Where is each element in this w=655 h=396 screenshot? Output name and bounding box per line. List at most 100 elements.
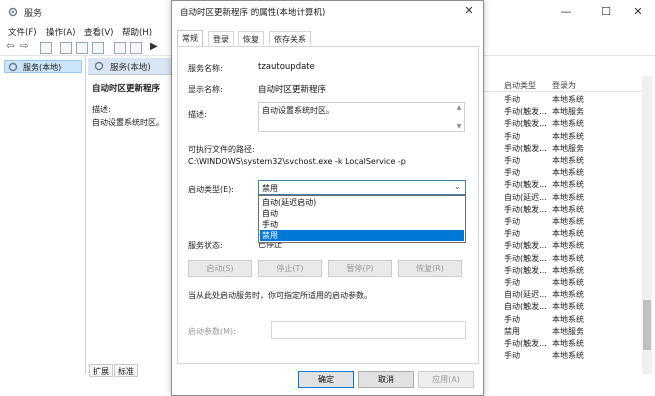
tab-dependencies[interactable]: 依存关系 bbox=[269, 31, 311, 45]
close-icon[interactable]: ✕ bbox=[630, 4, 646, 20]
cell-startup-type: 手动 bbox=[504, 156, 520, 165]
show-hide-icon[interactable] bbox=[130, 42, 142, 54]
maximize-icon[interactable]: ☐ bbox=[598, 4, 614, 20]
tree-item-services-local[interactable]: 服务(本地) bbox=[4, 60, 82, 73]
cell-logon-as: 本地系统 bbox=[552, 119, 584, 129]
table-row[interactable]: 手动 本地系统 bbox=[484, 94, 642, 106]
tab-general[interactable]: 常规 bbox=[177, 30, 203, 46]
tab-standard[interactable]: 标准 bbox=[114, 364, 138, 377]
console-tree-icon[interactable] bbox=[40, 42, 52, 54]
table-row[interactable]: 手动(触发... 本地系统 bbox=[484, 240, 642, 252]
table-row[interactable]: 手动 本地系统 bbox=[484, 228, 642, 240]
cell-startup-type: 手动 bbox=[504, 95, 520, 104]
resume-button[interactable]: 恢复(R) bbox=[398, 260, 462, 277]
properties-dialog: 自动时区更新程序 的属性(本地计算机) ✕ 常规 登录 恢复 依存关系 服务名称… bbox=[171, 0, 484, 396]
table-row[interactable]: 手动(触发... 本地系统 bbox=[484, 265, 642, 277]
option-auto[interactable]: 自动 bbox=[260, 208, 464, 219]
general-tab-panel: 服务名称: tzautoupdate 显示名称: 自动时区更新程序 描述: 自动… bbox=[177, 46, 479, 364]
help-icon[interactable] bbox=[114, 42, 126, 54]
table-row[interactable]: 手动 本地系统 bbox=[484, 131, 642, 143]
cell-logon-as: 本地系统 bbox=[552, 351, 584, 361]
table-row[interactable]: 手动 本地系统 bbox=[484, 350, 642, 362]
cell-startup-type: 手动(触发... bbox=[504, 253, 547, 263]
apply-button[interactable]: 应用(A) bbox=[418, 371, 474, 388]
services-list-scroll-thumb[interactable] bbox=[643, 300, 651, 350]
forward-arrow-icon[interactable]: ⇨ bbox=[20, 41, 28, 52]
menu-help[interactable]: 帮助(H) bbox=[122, 26, 152, 38]
column-startup-type[interactable]: 启动类型 bbox=[504, 80, 536, 91]
cell-logon-as: 本地系统 bbox=[552, 229, 584, 239]
selected-service-name: 自动时区更新程序 bbox=[92, 84, 161, 94]
tab-recovery[interactable]: 恢复 bbox=[238, 31, 264, 45]
description-box: 自动设置系统时区。 ▲ ▼ bbox=[258, 102, 465, 132]
tree-item-label: 服务(本地) bbox=[23, 63, 62, 72]
menu-view[interactable]: 查看(V) bbox=[84, 26, 113, 38]
startup-type-select[interactable]: 禁用 ⌄ bbox=[258, 180, 466, 195]
stop-button[interactable]: 停止(T) bbox=[258, 260, 322, 277]
cell-logon-as: 本地服务 bbox=[552, 143, 584, 153]
option-disabled[interactable]: 禁用 bbox=[260, 230, 464, 241]
table-row[interactable]: 手动(触发... 本地系统 bbox=[484, 253, 642, 265]
refresh-icon[interactable] bbox=[76, 42, 88, 54]
table-row[interactable]: 手动(触发... 本地系统 bbox=[484, 179, 642, 191]
table-row[interactable]: 手动(触发... 本地系统 bbox=[484, 338, 642, 350]
ok-button[interactable]: 确定 bbox=[298, 371, 354, 388]
pause-button[interactable]: 暂停(P) bbox=[328, 260, 392, 277]
minimize-icon[interactable]: — bbox=[558, 4, 574, 20]
console-tree: 服务(本地) bbox=[0, 56, 86, 374]
table-row[interactable]: 手动(触发... 本地服务 bbox=[484, 143, 642, 155]
dialog-title: 自动时区更新程序 的属性(本地计算机) bbox=[180, 8, 326, 18]
table-row[interactable]: 手动(触发... 本地系统 bbox=[484, 204, 642, 216]
column-logon-as[interactable]: 登录为 bbox=[552, 80, 576, 91]
table-row[interactable]: 自动(延迟... 本地系统 bbox=[484, 192, 642, 204]
table-row[interactable]: 手动 本地系统 bbox=[484, 314, 642, 326]
tab-logon[interactable]: 登录 bbox=[208, 31, 234, 45]
table-row[interactable]: 手动 本地系统 bbox=[484, 155, 642, 167]
cell-logon-as: 本地系统 bbox=[552, 290, 584, 300]
cell-logon-as: 本地系统 bbox=[552, 253, 584, 263]
properties-icon[interactable] bbox=[60, 42, 72, 54]
option-auto-delayed[interactable]: 自动(延迟启动) bbox=[260, 197, 464, 208]
start-param-hint: 当从此处启动服务时，你可指定所适用的启动参数。 bbox=[188, 291, 372, 300]
cancel-button[interactable]: 取消 bbox=[358, 371, 414, 388]
services-tree-icon bbox=[8, 62, 18, 72]
table-row[interactable]: 自动(触发... 本地系统 bbox=[484, 301, 642, 313]
cell-logon-as: 本地系统 bbox=[552, 241, 584, 251]
service-status-label: 服务状态: bbox=[188, 241, 223, 250]
back-arrow-icon[interactable]: ⇦ bbox=[6, 41, 14, 52]
services-list-header: 启动类型 登录为 bbox=[484, 78, 644, 92]
cell-logon-as: 本地系统 bbox=[552, 131, 584, 141]
table-row[interactable]: 自动(延迟... 本地系统 bbox=[484, 289, 642, 301]
chevron-down-icon[interactable]: ⌄ bbox=[454, 182, 461, 191]
cell-startup-type: 自动(延迟... bbox=[504, 290, 547, 300]
services-window-title: 服务 bbox=[24, 9, 43, 19]
table-row[interactable]: 手动 本地系统 bbox=[484, 277, 642, 289]
table-row[interactable]: 手动 本地系统 bbox=[484, 216, 642, 228]
startup-type-value: 禁用 bbox=[262, 184, 278, 193]
start-button[interactable]: 启动(S) bbox=[188, 260, 252, 277]
menu-file[interactable]: 文件(F) bbox=[8, 26, 37, 38]
scroll-up-icon[interactable]: ▲ bbox=[455, 104, 463, 112]
table-row[interactable]: 手动(触发... 本地服务 bbox=[484, 106, 642, 118]
scroll-down-icon[interactable]: ▼ bbox=[455, 123, 463, 131]
export-icon[interactable] bbox=[92, 42, 104, 54]
exe-path-label: 可执行文件的路径: bbox=[188, 145, 255, 154]
play-icon[interactable]: ▶ bbox=[150, 41, 158, 52]
table-row[interactable]: 手动 本地系统 bbox=[484, 167, 642, 179]
services-gear-icon bbox=[8, 7, 18, 17]
description-text: 自动设置系统时区。 bbox=[262, 106, 334, 115]
cell-startup-type: 手动 bbox=[504, 168, 520, 178]
selected-service-desc: 自动设置系统时区。 bbox=[92, 118, 164, 127]
cell-logon-as: 本地系统 bbox=[552, 302, 584, 312]
dialog-close-icon[interactable]: ✕ bbox=[460, 3, 478, 19]
cell-startup-type: 手动 bbox=[504, 217, 520, 226]
option-manual[interactable]: 手动 bbox=[260, 219, 464, 230]
start-param-input[interactable] bbox=[271, 321, 466, 339]
tab-extended[interactable]: 扩展 bbox=[89, 364, 113, 377]
cell-startup-type: 手动 bbox=[504, 229, 520, 239]
table-row[interactable]: 禁用 本地服务 bbox=[484, 326, 642, 338]
display-name-label: 显示名称: bbox=[188, 85, 223, 94]
cell-startup-type: 手动 bbox=[504, 351, 520, 361]
table-row[interactable]: 手动(触发... 本地系统 bbox=[484, 118, 642, 130]
menu-action[interactable]: 操作(A) bbox=[46, 26, 75, 38]
